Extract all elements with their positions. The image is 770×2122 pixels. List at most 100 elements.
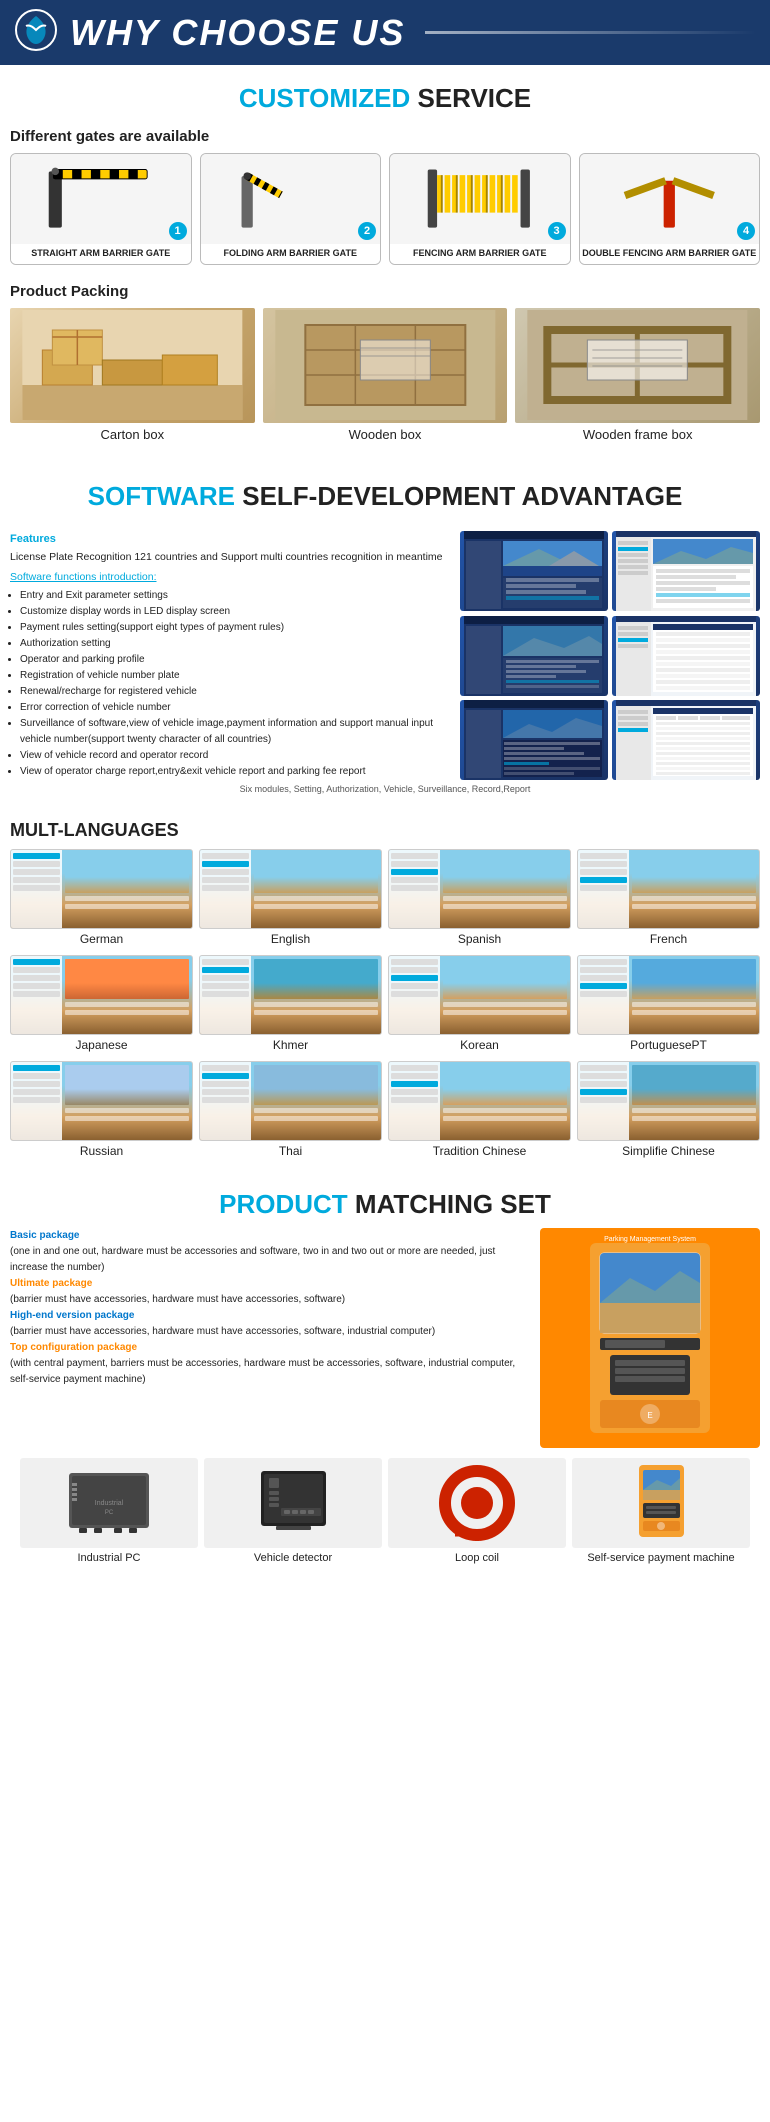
func-4: Authorization setting (20, 636, 450, 652)
svg-text:Industrial: Industrial (95, 1500, 124, 1507)
lang-item-german: German (10, 849, 193, 949)
header-title: WHY CHOOSE US (70, 12, 405, 54)
sw-caption: Six modules, Setting, Authorization, Veh… (10, 780, 760, 802)
sw-screenshot-1 (460, 531, 608, 611)
lang-label-portuguese: PortuguesePT (577, 1035, 760, 1055)
gate-item-4: 4 DOUBLE FENCING ARM BARRIER GATE (579, 153, 761, 265)
lang-label-english: English (199, 929, 382, 949)
loop-coil-img (388, 1458, 566, 1548)
lang-item-portuguese: PortuguesePT (577, 955, 760, 1055)
payment-machine-bottom-img (572, 1458, 750, 1548)
lang-label-japanese: Japanese (10, 1035, 193, 1055)
software-title: SOFTWARE SELF-DEVELOPMENT ADVANTAGE (0, 462, 770, 522)
lang-label-spanish: Spanish (388, 929, 571, 949)
lang-item-korean: Korean (388, 955, 571, 1055)
sw-screenshot-2 (612, 531, 760, 611)
bottom-items: Industrial PC Industrial PC (10, 1448, 760, 1578)
svg-text:Parking Management System: Parking Management System (604, 1236, 696, 1243)
gates-subtitle: Different gates are available (10, 122, 760, 153)
lang-screen-korean (388, 955, 571, 1035)
payment-machine-label: Self-service payment machine (572, 1548, 750, 1568)
lang-screen-portuguese (577, 955, 760, 1035)
gate-label-3: FENCING ARM BARRIER GATE (390, 244, 570, 264)
lang-screen-japanese (10, 955, 193, 1035)
gate-num-2: 2 (358, 222, 376, 240)
func-7: Renewal/recharge for registered vehicle (20, 684, 450, 700)
gate-img-2: 2 (201, 154, 381, 244)
gate-num-1: 1 (169, 222, 187, 240)
packing-carton: Carton box (10, 308, 255, 446)
machine-image: E Parking Management System (540, 1228, 760, 1448)
gate-label-2: FOLDING ARM BARRIER GATE (201, 244, 381, 264)
lang-screen-german (10, 849, 193, 929)
features-title: Features (10, 531, 450, 548)
func-9: Surveillance of software,view of vehicle… (20, 716, 450, 748)
product-content: Basic package (one in and one out, hardw… (10, 1228, 760, 1448)
lang-grid: German English Spanish French (10, 849, 760, 1161)
func-6: Registration of vehicle number plate (20, 668, 450, 684)
packing-grid: Carton box Wooden bo (10, 308, 760, 446)
func-3: Payment rules setting(support eight type… (20, 620, 450, 636)
gate-item-2: 2 FOLDING ARM BARRIER GATE (200, 153, 382, 265)
packing-frame: Wooden frame box (515, 308, 760, 446)
gates-grid: 1 STRAIGHT ARM BARRIER GATE 2 FOLDING AR… (10, 153, 760, 265)
svg-text:E: E (647, 1411, 652, 1420)
func-8: Error correction of vehicle number (20, 700, 450, 716)
lang-label-trad-chinese: Tradition Chinese (388, 1141, 571, 1161)
lang-label-khmer: Khmer (199, 1035, 382, 1055)
bottom-vehicle-detector: Vehicle detector (204, 1458, 382, 1568)
highend-package-title: High-end version package (10, 1310, 134, 1321)
frame-img (515, 308, 760, 423)
top-package-desc: (with central payment, barriers must be … (10, 1358, 515, 1385)
industrial-pc-img: Industrial PC (20, 1458, 198, 1548)
svg-text:PC: PC (105, 1510, 114, 1516)
packing-label-frame: Wooden frame box (515, 423, 760, 446)
gate-num-4: 4 (737, 222, 755, 240)
vehicle-detector-label: Vehicle detector (204, 1548, 382, 1568)
software-text: Features License Plate Recognition 121 c… (10, 531, 450, 780)
func-2: Customize display words in LED display s… (20, 604, 450, 620)
gate-label-1: STRAIGHT ARM BARRIER GATE (11, 244, 191, 264)
header: WHY CHOOSE US (0, 0, 770, 65)
sw-screenshot-5 (460, 700, 608, 780)
sw-screenshot-3 (460, 616, 608, 696)
basic-package-desc: (one in and one out, hardware must be ac… (10, 1246, 495, 1273)
software-section: Features License Plate Recognition 121 c… (0, 521, 770, 802)
lang-screen-french (577, 849, 760, 929)
bottom-payment-machine: Self-service payment machine (572, 1458, 750, 1568)
service-section: Different gates are available 1 (0, 122, 770, 462)
ultimate-package-desc: (barrier must have accessories, hardware… (10, 1294, 345, 1305)
func-11: View of operator charge report,entry&exi… (20, 764, 450, 780)
sw-screenshot-6 (612, 700, 760, 780)
lang-item-thai: Thai (199, 1061, 382, 1161)
lang-screen-russian (10, 1061, 193, 1141)
lang-screen-spanish (388, 849, 571, 929)
lang-title: MULT-LANGUAGES (10, 812, 760, 849)
lang-label-german: German (10, 929, 193, 949)
lang-label-french: French (577, 929, 760, 949)
software-functions-list: Entry and Exit parameter settings Custom… (10, 588, 450, 780)
industrial-pc-label: Industrial PC (20, 1548, 198, 1568)
packing-label-carton: Carton box (10, 423, 255, 446)
sw-screenshot-4 (612, 616, 760, 696)
lang-item-khmer: Khmer (199, 955, 382, 1055)
lang-item-japanese: Japanese (10, 955, 193, 1055)
ultimate-package-title: Ultimate package (10, 1278, 92, 1289)
gate-num-3: 3 (548, 222, 566, 240)
top-package-title: Top configuration package (10, 1342, 137, 1353)
gate-img-3: 3 (390, 154, 570, 244)
gate-img-4: 4 (580, 154, 760, 244)
bottom-industrial-pc: Industrial PC Industrial PC (20, 1458, 198, 1568)
product-title: PRODUCT MATCHING SET (10, 1171, 760, 1228)
gate-item-3: 3 FENCING ARM BARRIER GATE (389, 153, 571, 265)
software-content: Features License Plate Recognition 121 c… (10, 531, 760, 780)
lang-screen-trad-chinese (388, 1061, 571, 1141)
lang-item-simp-chinese: Simplifie Chinese (577, 1061, 760, 1161)
language-section: MULT-LANGUAGES German English Spanish (0, 802, 770, 1161)
loop-coil-label: Loop coil (388, 1548, 566, 1568)
func-5: Operator and parking profile (20, 652, 450, 668)
lang-item-russian: Russian (10, 1061, 193, 1161)
lang-screen-thai (199, 1061, 382, 1141)
lang-label-thai: Thai (199, 1141, 382, 1161)
software-screenshots (460, 531, 760, 780)
